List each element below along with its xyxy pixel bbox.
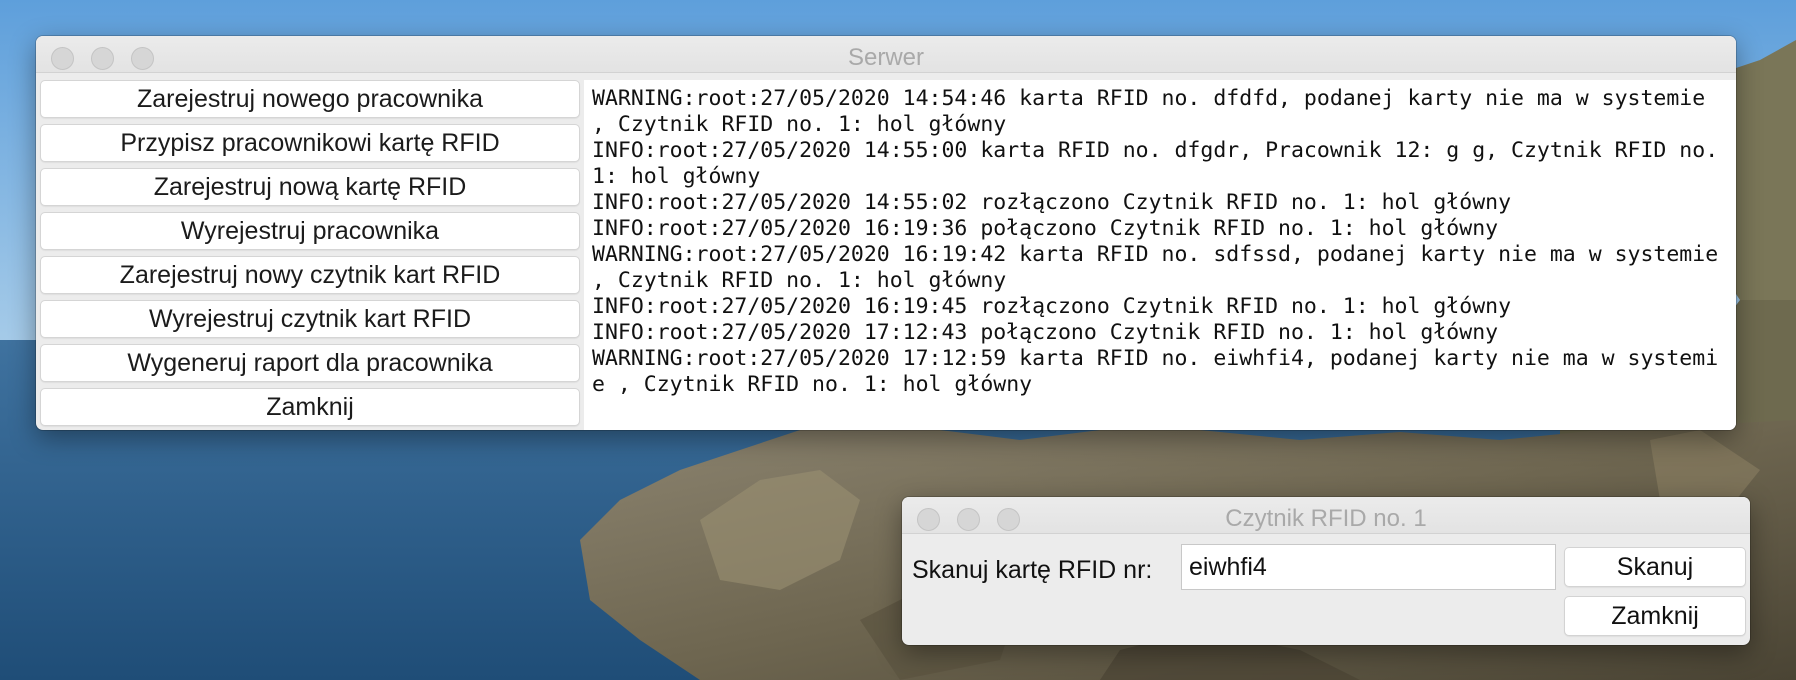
register-card-button[interactable]: Zarejestruj nową kartę RFID bbox=[40, 168, 580, 206]
reader-window: Czytnik RFID no. 1 Skanuj kartę RFID nr:… bbox=[902, 497, 1750, 645]
log-line: INFO:root:27/05/2020 14:55:00 karta RFID… bbox=[592, 138, 1732, 189]
server-titlebar[interactable]: Serwer bbox=[36, 36, 1736, 73]
log-line: INFO:root:27/05/2020 14:55:02 rozłączono… bbox=[592, 190, 1512, 215]
generate-report-button[interactable]: Wygeneruj raport dla pracownika bbox=[40, 344, 580, 382]
log-line: WARNING:root:27/05/2020 17:12:59 karta R… bbox=[592, 346, 1719, 397]
log-text-area[interactable]: WARNING:root:27/05/2020 14:54:46 karta R… bbox=[584, 80, 1736, 430]
register-reader-button[interactable]: Zarejestruj nowy czytnik kart RFID bbox=[40, 256, 580, 294]
server-window: Serwer Zarejestruj nowego pracownika Prz… bbox=[36, 36, 1736, 430]
reader-close-button[interactable]: Zamknij bbox=[1564, 596, 1746, 636]
unregister-employee-button[interactable]: Wyrejestruj pracownika bbox=[40, 212, 580, 250]
unregister-reader-button[interactable]: Wyrejestruj czytnik kart RFID bbox=[40, 300, 580, 338]
close-button[interactable]: Zamknij bbox=[40, 388, 580, 426]
log-line: WARNING:root:27/05/2020 16:19:42 karta R… bbox=[592, 242, 1732, 293]
log-line: INFO:root:27/05/2020 16:19:36 połączono … bbox=[592, 216, 1499, 241]
window-title: Serwer bbox=[847, 44, 925, 71]
register-employee-button[interactable]: Zarejestruj nowego pracownika bbox=[40, 80, 580, 118]
log-line: INFO:root:27/05/2020 16:19:45 rozłączono… bbox=[592, 294, 1512, 319]
scan-button[interactable]: Skanuj bbox=[1564, 547, 1746, 587]
window-title: Czytnik RFID no. 1 bbox=[1225, 505, 1427, 532]
reader-titlebar[interactable]: Czytnik RFID no. 1 bbox=[902, 497, 1750, 534]
assign-card-button[interactable]: Przypisz pracownikowi kartę RFID bbox=[40, 124, 580, 162]
scan-card-label: Skanuj kartę RFID nr: bbox=[912, 556, 1153, 584]
log-line: WARNING:root:27/05/2020 14:54:46 karta R… bbox=[592, 86, 1719, 137]
log-line: INFO:root:27/05/2020 17:12:43 połączono … bbox=[592, 320, 1499, 345]
card-number-input[interactable]: eiwhfi4 bbox=[1181, 544, 1556, 590]
